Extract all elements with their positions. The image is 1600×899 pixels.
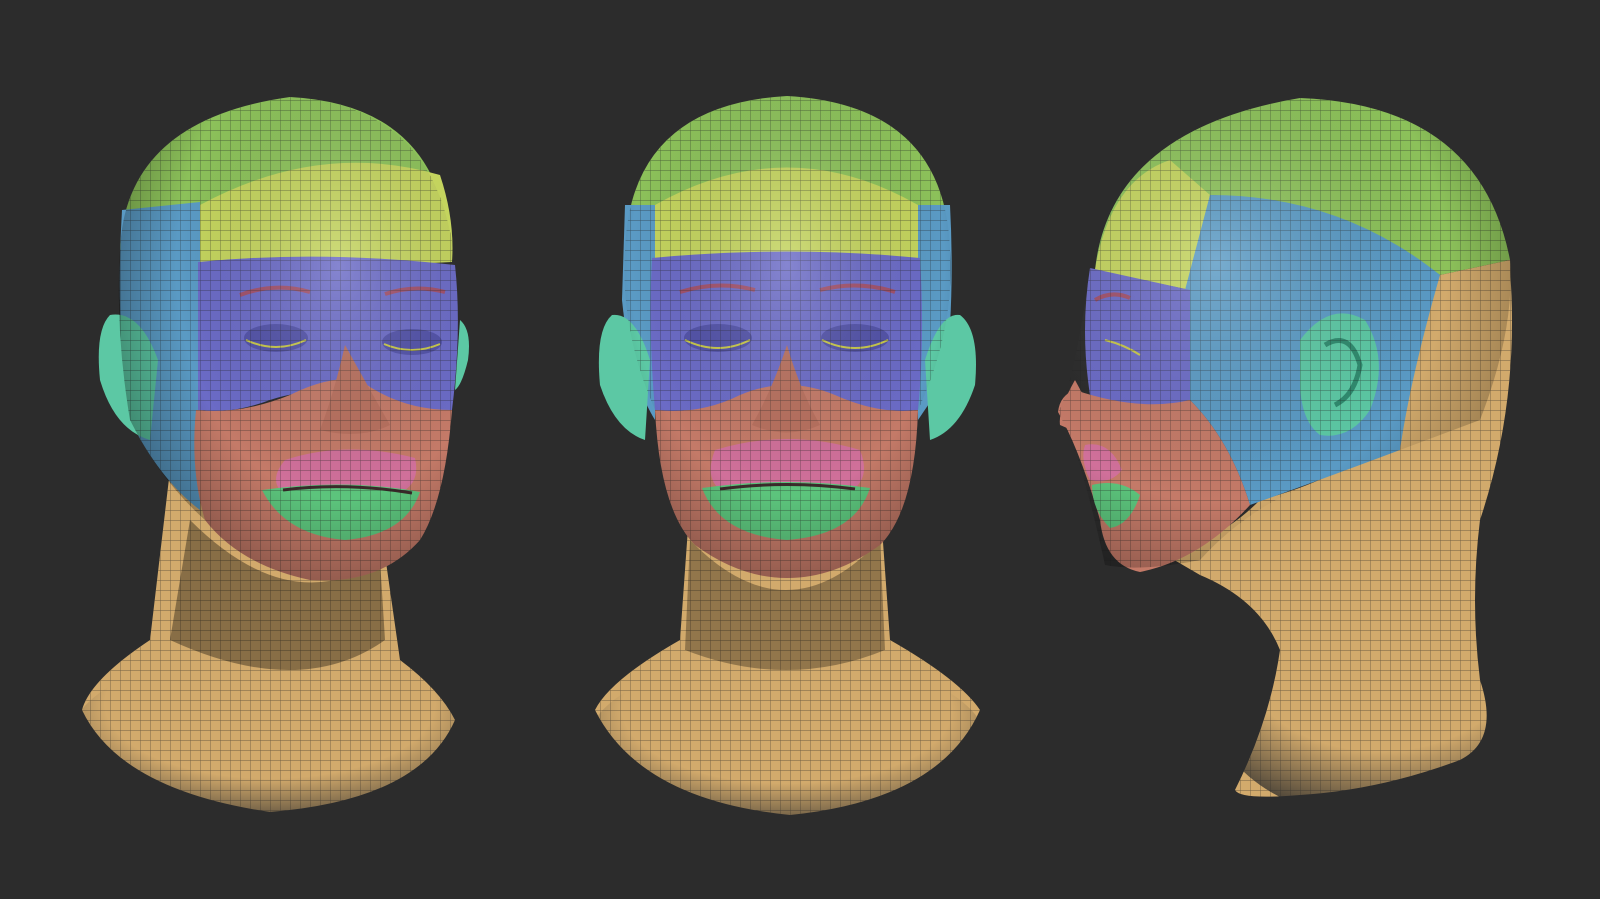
head-front-view (587, 96, 987, 835)
sculpt-viewport (0, 0, 1600, 899)
polygroup-render (70, 96, 1550, 835)
head-side-view (1058, 98, 1550, 820)
head-three-quarter-view (70, 97, 470, 830)
